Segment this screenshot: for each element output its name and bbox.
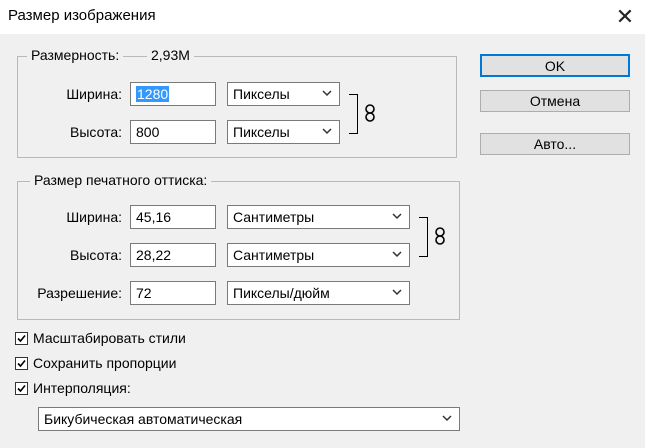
resample-method-select[interactable]: Бикубическая автоматическая <box>38 407 460 431</box>
resample-method: Бикубическая автоматическая <box>44 411 243 427</box>
checkbox-box <box>15 356 28 370</box>
pixel-width-unit: Пикселы <box>233 86 290 102</box>
print-height-value: 28,22 <box>136 247 172 263</box>
chevron-down-icon <box>442 415 452 422</box>
resample-label: Интерполяция: <box>33 380 131 396</box>
resolution-value: 72 <box>136 285 152 301</box>
pixel-width-value: 1280 <box>136 86 170 102</box>
resolution-label: Разрешение: <box>37 285 122 301</box>
cancel-button-label: Отмена <box>529 93 581 109</box>
title-bar: Размер изображения ✕ <box>0 0 645 34</box>
checkbox-box <box>15 331 28 345</box>
chevron-down-icon <box>322 128 332 135</box>
resample-checkbox[interactable]: Интерполяция: <box>15 380 131 396</box>
constrain-proportions-checkbox[interactable]: Сохранить пропорции <box>15 355 176 371</box>
print-size-legend: Размер печатного оттиска: <box>30 172 212 188</box>
ok-button-label: OK <box>544 57 566 74</box>
print-width-unit: Сантиметры <box>233 209 315 225</box>
print-width-value: 45,16 <box>136 209 172 225</box>
checkmark-icon <box>17 334 26 342</box>
window-title: Размер изображения <box>8 7 156 24</box>
scale-styles-checkbox[interactable]: Масштабировать стили <box>15 330 186 346</box>
pixel-dimensions-legend: Размерность: <box>27 47 124 63</box>
constrain-proportions-label: Сохранить пропорции <box>33 355 177 371</box>
print-link-bracket <box>419 217 428 257</box>
pixel-link-bracket <box>349 94 358 134</box>
chain-link-icon[interactable] <box>434 227 446 245</box>
pixel-width-input[interactable]: 1280 <box>130 82 216 106</box>
print-height-unit-select[interactable]: Сантиметры <box>227 243 410 267</box>
pixel-width-unit-select[interactable]: Пикселы <box>227 82 340 106</box>
chevron-down-icon <box>392 251 402 258</box>
ok-button[interactable]: OK <box>480 54 630 77</box>
resolution-input[interactable]: 72 <box>130 281 216 305</box>
chevron-down-icon <box>322 90 332 97</box>
pixel-height-value: 800 <box>136 124 160 140</box>
auto-button[interactable]: Авто... <box>480 133 630 155</box>
pixel-height-unit: Пикселы <box>233 124 290 140</box>
print-width-label: Ширина: <box>66 209 122 225</box>
chevron-down-icon <box>392 289 402 296</box>
cancel-button[interactable]: Отмена <box>480 90 630 112</box>
auto-button-label: Авто... <box>533 136 577 152</box>
pixel-width-label: Ширина: <box>66 86 122 102</box>
print-height-input[interactable]: 28,22 <box>130 243 216 267</box>
checkmark-icon <box>17 384 26 392</box>
print-height-label: Высота: <box>70 247 122 263</box>
scale-styles-label: Масштабировать стили <box>33 330 186 346</box>
resolution-unit-select[interactable]: Пикселы/дюйм <box>227 281 410 305</box>
resolution-unit: Пикселы/дюйм <box>233 285 330 301</box>
checkbox-box <box>15 381 28 395</box>
chain-link-icon[interactable] <box>364 104 376 122</box>
print-width-input[interactable]: 45,16 <box>130 205 216 229</box>
pixel-height-input[interactable]: 800 <box>130 120 216 144</box>
print-width-unit-select[interactable]: Сантиметры <box>227 205 410 229</box>
print-height-unit: Сантиметры <box>233 247 315 263</box>
chevron-down-icon <box>392 213 402 220</box>
pixel-size-value: 2,93M <box>147 47 194 63</box>
checkmark-icon <box>17 359 26 367</box>
pixel-height-unit-select[interactable]: Пикселы <box>227 120 340 144</box>
pixel-height-label: Высота: <box>70 124 122 140</box>
close-icon[interactable]: ✕ <box>611 4 639 30</box>
